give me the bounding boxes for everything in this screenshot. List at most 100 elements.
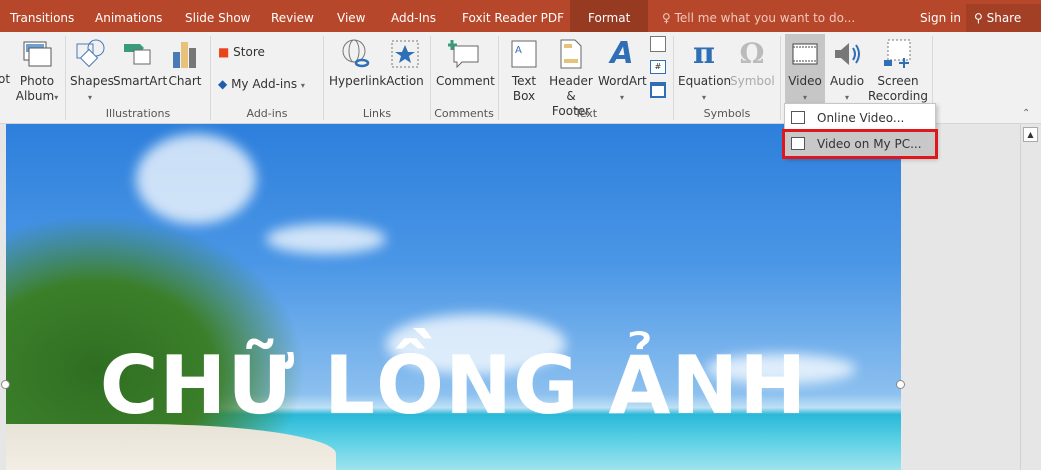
collapse-ribbon-button[interactable]: ⌃ xyxy=(1022,106,1030,121)
tab-foxit-reader-pdf[interactable]: Foxit Reader PDF xyxy=(462,0,564,32)
group-label-links: Links xyxy=(362,107,392,120)
header-footer-button[interactable]: Header & Footer xyxy=(546,32,596,119)
audio-button[interactable]: Audio ▾ xyxy=(828,32,866,105)
slide-number-button[interactable]: # xyxy=(650,60,666,74)
add-ins-icon: ◆ xyxy=(218,77,228,91)
divider xyxy=(430,36,431,120)
label: Symbol xyxy=(730,74,775,88)
ribbon-tab-bar: Transitions Animations Slide Show Review… xyxy=(0,0,1041,32)
label: Video on My PC... xyxy=(817,137,922,151)
tab-view[interactable]: View xyxy=(337,0,365,32)
shapes-icon xyxy=(76,39,105,68)
hyperlink-button[interactable]: Hyperlink xyxy=(329,32,387,89)
action-star-icon xyxy=(391,40,419,68)
wordart-button[interactable]: A WordArt ▾ xyxy=(598,32,647,105)
action-button[interactable]: Action xyxy=(386,32,424,89)
label: Hyperlink xyxy=(329,74,387,88)
divider xyxy=(498,36,499,120)
label: WordArt xyxy=(598,74,647,88)
header-footer-icon xyxy=(560,39,582,69)
label: Video xyxy=(788,74,822,88)
label: SmartArt xyxy=(113,74,168,88)
menu-item-online-video[interactable]: Online Video... xyxy=(785,106,935,130)
film-icon xyxy=(792,43,818,65)
film-icon xyxy=(791,137,805,150)
omega-icon: Ω xyxy=(739,37,765,70)
label: Box xyxy=(512,89,536,103)
video-button[interactable]: Video ▾ xyxy=(785,34,825,104)
slide-number-icon: # xyxy=(654,62,662,71)
wordart-icon: A xyxy=(610,36,634,71)
divider xyxy=(323,36,324,120)
scroll-up-button[interactable]: ▲ xyxy=(1023,127,1038,142)
sign-in-link[interactable]: Sign in xyxy=(920,0,961,36)
resize-handle[interactable] xyxy=(1,380,10,389)
menu-item-video-on-my-pc[interactable]: Video on My PC... xyxy=(782,129,938,159)
share-label: Share xyxy=(986,11,1022,25)
cloud-image xyxy=(136,134,256,224)
group-label-add-ins: Add-ins xyxy=(246,107,288,120)
tab-slide-show[interactable]: Slide Show xyxy=(185,0,250,32)
symbol-button[interactable]: Ω Symbol xyxy=(730,32,775,89)
svg-text:A: A xyxy=(515,45,522,56)
photo-album-button[interactable]: Photo Album▾ xyxy=(14,32,60,105)
shapes-button[interactable]: Shapes ▾ xyxy=(70,32,114,105)
label: Header xyxy=(549,74,593,88)
object-button[interactable] xyxy=(650,82,666,98)
tell-me-search[interactable]: ♀ Tell me what you want to do... xyxy=(662,0,855,36)
label: Recording xyxy=(868,89,929,103)
divider xyxy=(210,36,211,120)
divider xyxy=(673,36,674,120)
smartart-button[interactable]: SmartArt xyxy=(113,32,167,89)
label: Action xyxy=(386,74,424,88)
label: Photo xyxy=(19,74,55,88)
chart-button[interactable]: Chart xyxy=(168,32,202,89)
chart-icon xyxy=(173,42,196,68)
online-video-icon xyxy=(791,111,805,124)
tab-add-ins[interactable]: Add-Ins xyxy=(391,0,436,32)
text-box-icon: A xyxy=(511,40,537,68)
label: Album xyxy=(15,89,55,103)
tab-animations[interactable]: Animations xyxy=(95,0,162,32)
video-dropdown-menu: Online Video... Video on My PC... xyxy=(782,103,938,159)
comment-button[interactable]: Comment xyxy=(436,32,495,89)
slide[interactable]: CHỮ LỒNG ẢNH xyxy=(6,124,901,470)
equation-button[interactable]: π Equation ▾ xyxy=(678,32,732,105)
label: My Add-ins xyxy=(231,77,298,91)
store-bag-icon: ■ xyxy=(218,45,230,59)
date-time-button[interactable] xyxy=(650,36,666,52)
group-label-text: Text xyxy=(574,107,598,120)
resize-handle[interactable] xyxy=(896,380,905,389)
divider xyxy=(65,36,66,120)
share-button[interactable]: ⚲ Share xyxy=(966,4,1041,32)
text-box-button[interactable]: A Text Box xyxy=(506,32,542,104)
photo-album-icon xyxy=(23,41,52,67)
label: Equation xyxy=(678,74,732,88)
store-button[interactable]: ■ Store xyxy=(218,45,265,60)
tab-format[interactable]: Format xyxy=(570,0,649,32)
label: Online Video... xyxy=(817,111,905,125)
screenshot-button-partial[interactable]: ot xyxy=(0,72,10,87)
group-label-illustrations: Illustrations xyxy=(105,107,171,120)
hyperlink-icon xyxy=(342,39,370,68)
screen-recording-icon xyxy=(884,39,911,68)
screen-recording-button[interactable]: Screen Recording xyxy=(868,32,928,104)
tab-review[interactable]: Review xyxy=(271,0,314,32)
chevron-up-icon: ⌃ xyxy=(1022,108,1031,119)
slide-title[interactable]: CHỮ LỒNG ẢNH xyxy=(6,339,901,432)
my-add-ins-button[interactable]: ◆ My Add-ins ▾ xyxy=(218,77,305,93)
speaker-icon xyxy=(835,43,860,65)
tell-me-text: Tell me what you want to do... xyxy=(674,11,856,25)
label: Store xyxy=(233,45,265,59)
label: Screen xyxy=(877,74,919,88)
divider xyxy=(780,36,781,120)
smartart-icon xyxy=(124,44,151,65)
lightbulb-icon: ♀ xyxy=(662,11,675,25)
label: Chart xyxy=(168,74,202,88)
slide-editing-area: CHỮ LỒNG ẢNH xyxy=(0,124,1041,470)
label: Audio xyxy=(829,74,865,88)
tab-transitions[interactable]: Transitions xyxy=(10,0,74,32)
vertical-scrollbar[interactable]: ▲ xyxy=(1020,124,1041,470)
group-label-symbols: Symbols xyxy=(703,107,751,120)
label: Text xyxy=(511,74,537,88)
